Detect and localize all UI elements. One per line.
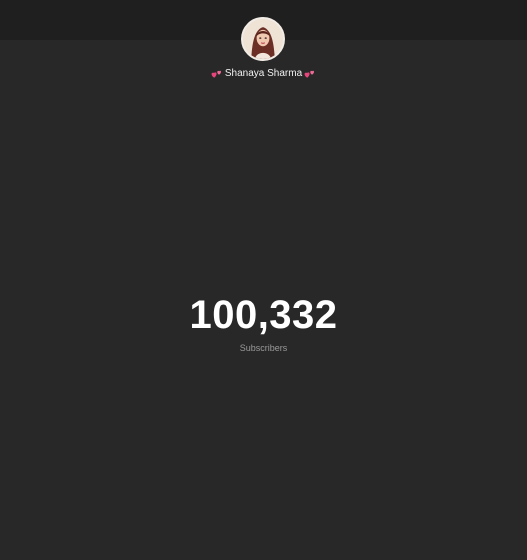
subscriber-count-label: Subscribers — [239, 343, 288, 353]
channel-name: Shanaya Sharma — [224, 68, 303, 79]
live-subscriber-count-page: Shanaya Sharma 100,332 Subscribers — [0, 0, 527, 560]
two-hearts-icon — [304, 68, 316, 80]
avatar-portrait-icon — [243, 19, 283, 59]
subscriber-count: 100,332 — [189, 293, 338, 337]
channel-avatar[interactable] — [241, 17, 285, 61]
two-hearts-icon — [211, 68, 223, 80]
channel-name-row: Shanaya Sharma — [0, 66, 527, 82]
